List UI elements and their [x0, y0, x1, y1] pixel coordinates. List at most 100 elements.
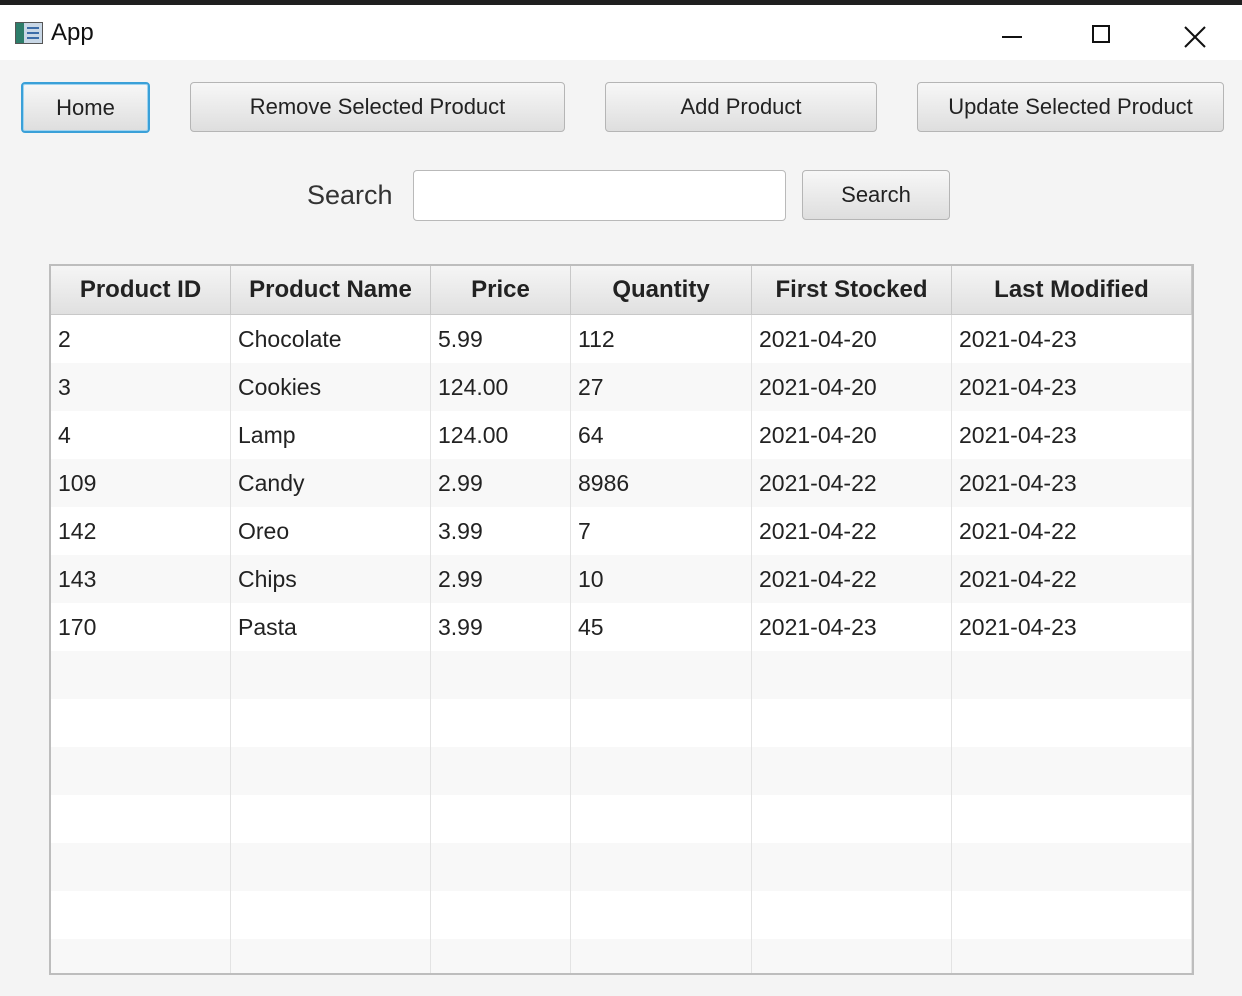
search-input[interactable]	[413, 170, 786, 221]
table-cell	[51, 651, 231, 699]
table-cell: Oreo	[231, 507, 431, 555]
table-cell	[571, 747, 752, 795]
table-cell	[231, 795, 431, 843]
table-cell	[952, 699, 1192, 747]
table-cell	[431, 795, 571, 843]
close-icon	[1184, 26, 1206, 48]
table-cell	[431, 651, 571, 699]
table-cell	[571, 699, 752, 747]
column-header-product-name[interactable]: Product Name	[231, 266, 431, 314]
empty-table-row	[51, 747, 1192, 795]
column-header-product-id[interactable]: Product ID	[51, 266, 231, 314]
table-cell	[571, 939, 752, 973]
update-selected-product-button[interactable]: Update Selected Product	[917, 82, 1224, 132]
close-button[interactable]	[1164, 10, 1224, 56]
app-icon	[15, 22, 43, 44]
table-cell	[431, 747, 571, 795]
table-cell	[51, 891, 231, 939]
table-cell	[752, 699, 952, 747]
table-cell	[952, 651, 1192, 699]
table-row[interactable]: 143 Chips 2.99 10 2021-04-22 2021-04-22	[51, 555, 1192, 603]
table-row[interactable]: 4 Lamp 124.00 64 2021-04-20 2021-04-23	[51, 411, 1192, 459]
table-row[interactable]: 3 Cookies 124.00 27 2021-04-20 2021-04-23	[51, 363, 1192, 411]
table-cell: Candy	[231, 459, 431, 507]
column-header-first-stocked[interactable]: First Stocked	[752, 266, 952, 314]
table-row[interactable]: 170 Pasta 3.99 45 2021-04-23 2021-04-23	[51, 603, 1192, 651]
table-cell	[752, 891, 952, 939]
table-cell	[752, 939, 952, 973]
table-cell	[571, 891, 752, 939]
table-cell: Pasta	[231, 603, 431, 651]
table-row[interactable]: 142 Oreo 3.99 7 2021-04-22 2021-04-22	[51, 507, 1192, 555]
table-cell	[231, 939, 431, 973]
table-cell: 7	[571, 507, 752, 555]
table-cell	[752, 651, 952, 699]
table-cell	[431, 699, 571, 747]
table-cell: 27	[571, 363, 752, 411]
table-cell: 109	[51, 459, 231, 507]
table-cell	[952, 795, 1192, 843]
empty-table-row	[51, 939, 1192, 973]
table-cell	[752, 747, 952, 795]
empty-table-row	[51, 891, 1192, 939]
table-cell	[952, 843, 1192, 891]
table-cell: 2	[51, 315, 231, 363]
maximize-button[interactable]	[1072, 10, 1132, 56]
title-bar: App	[0, 5, 1242, 60]
table-cell: Chocolate	[231, 315, 431, 363]
table-cell: 142	[51, 507, 231, 555]
table-cell: 143	[51, 555, 231, 603]
table-body: 2 Chocolate 5.99 112 2021-04-20 2021-04-23 3 Co…	[51, 315, 1192, 973]
table-cell: 2021-04-23	[952, 411, 1192, 459]
table-cell: 5.99	[431, 315, 571, 363]
table-cell: 2021-04-22	[752, 555, 952, 603]
table-cell: 2021-04-23	[752, 603, 952, 651]
table-cell: 2.99	[431, 555, 571, 603]
table-cell	[231, 891, 431, 939]
table-cell	[231, 699, 431, 747]
remove-selected-product-button[interactable]: Remove Selected Product	[190, 82, 565, 132]
table-cell: 2021-04-22	[752, 507, 952, 555]
table-cell	[51, 939, 231, 973]
minimize-button[interactable]	[981, 10, 1041, 56]
table-cell	[51, 699, 231, 747]
table-cell	[952, 747, 1192, 795]
table-cell: 2021-04-20	[752, 363, 952, 411]
table-row[interactable]: 109 Candy 2.99 8986 2021-04-22 2021-04-23	[51, 459, 1192, 507]
minimize-icon	[1002, 36, 1022, 38]
table-cell	[51, 843, 231, 891]
table-cell: 64	[571, 411, 752, 459]
table-cell	[431, 891, 571, 939]
table-cell: Chips	[231, 555, 431, 603]
table-cell	[571, 843, 752, 891]
table-cell	[571, 795, 752, 843]
table-cell: 2.99	[431, 459, 571, 507]
table-cell: 124.00	[431, 411, 571, 459]
column-header-quantity[interactable]: Quantity	[571, 266, 752, 314]
table-cell	[431, 843, 571, 891]
table-cell: 2021-04-22	[952, 507, 1192, 555]
table-cell: 2021-04-22	[752, 459, 952, 507]
column-header-price[interactable]: Price	[431, 266, 571, 314]
search-button[interactable]: Search	[802, 170, 950, 220]
table-cell: 8986	[571, 459, 752, 507]
products-table[interactable]: Product ID Product Name Price Quantity F…	[49, 264, 1194, 975]
search-label: Search	[307, 180, 393, 210]
table-cell: 2021-04-23	[952, 315, 1192, 363]
add-product-button[interactable]: Add Product	[605, 82, 877, 132]
table-header: Product ID Product Name Price Quantity F…	[51, 266, 1192, 315]
table-cell: 3.99	[431, 507, 571, 555]
home-button[interactable]: Home	[21, 82, 150, 133]
table-cell	[952, 891, 1192, 939]
table-cell: 4	[51, 411, 231, 459]
column-header-last-modified[interactable]: Last Modified	[952, 266, 1192, 314]
table-cell: 45	[571, 603, 752, 651]
table-cell: Lamp	[231, 411, 431, 459]
table-row[interactable]: 2 Chocolate 5.99 112 2021-04-20 2021-04-23	[51, 315, 1192, 363]
table-cell	[752, 843, 952, 891]
table-cell: 2021-04-20	[752, 315, 952, 363]
empty-table-row	[51, 795, 1192, 843]
table-cell: 2021-04-23	[952, 459, 1192, 507]
table-cell: 2021-04-20	[752, 411, 952, 459]
table-cell: 112	[571, 315, 752, 363]
